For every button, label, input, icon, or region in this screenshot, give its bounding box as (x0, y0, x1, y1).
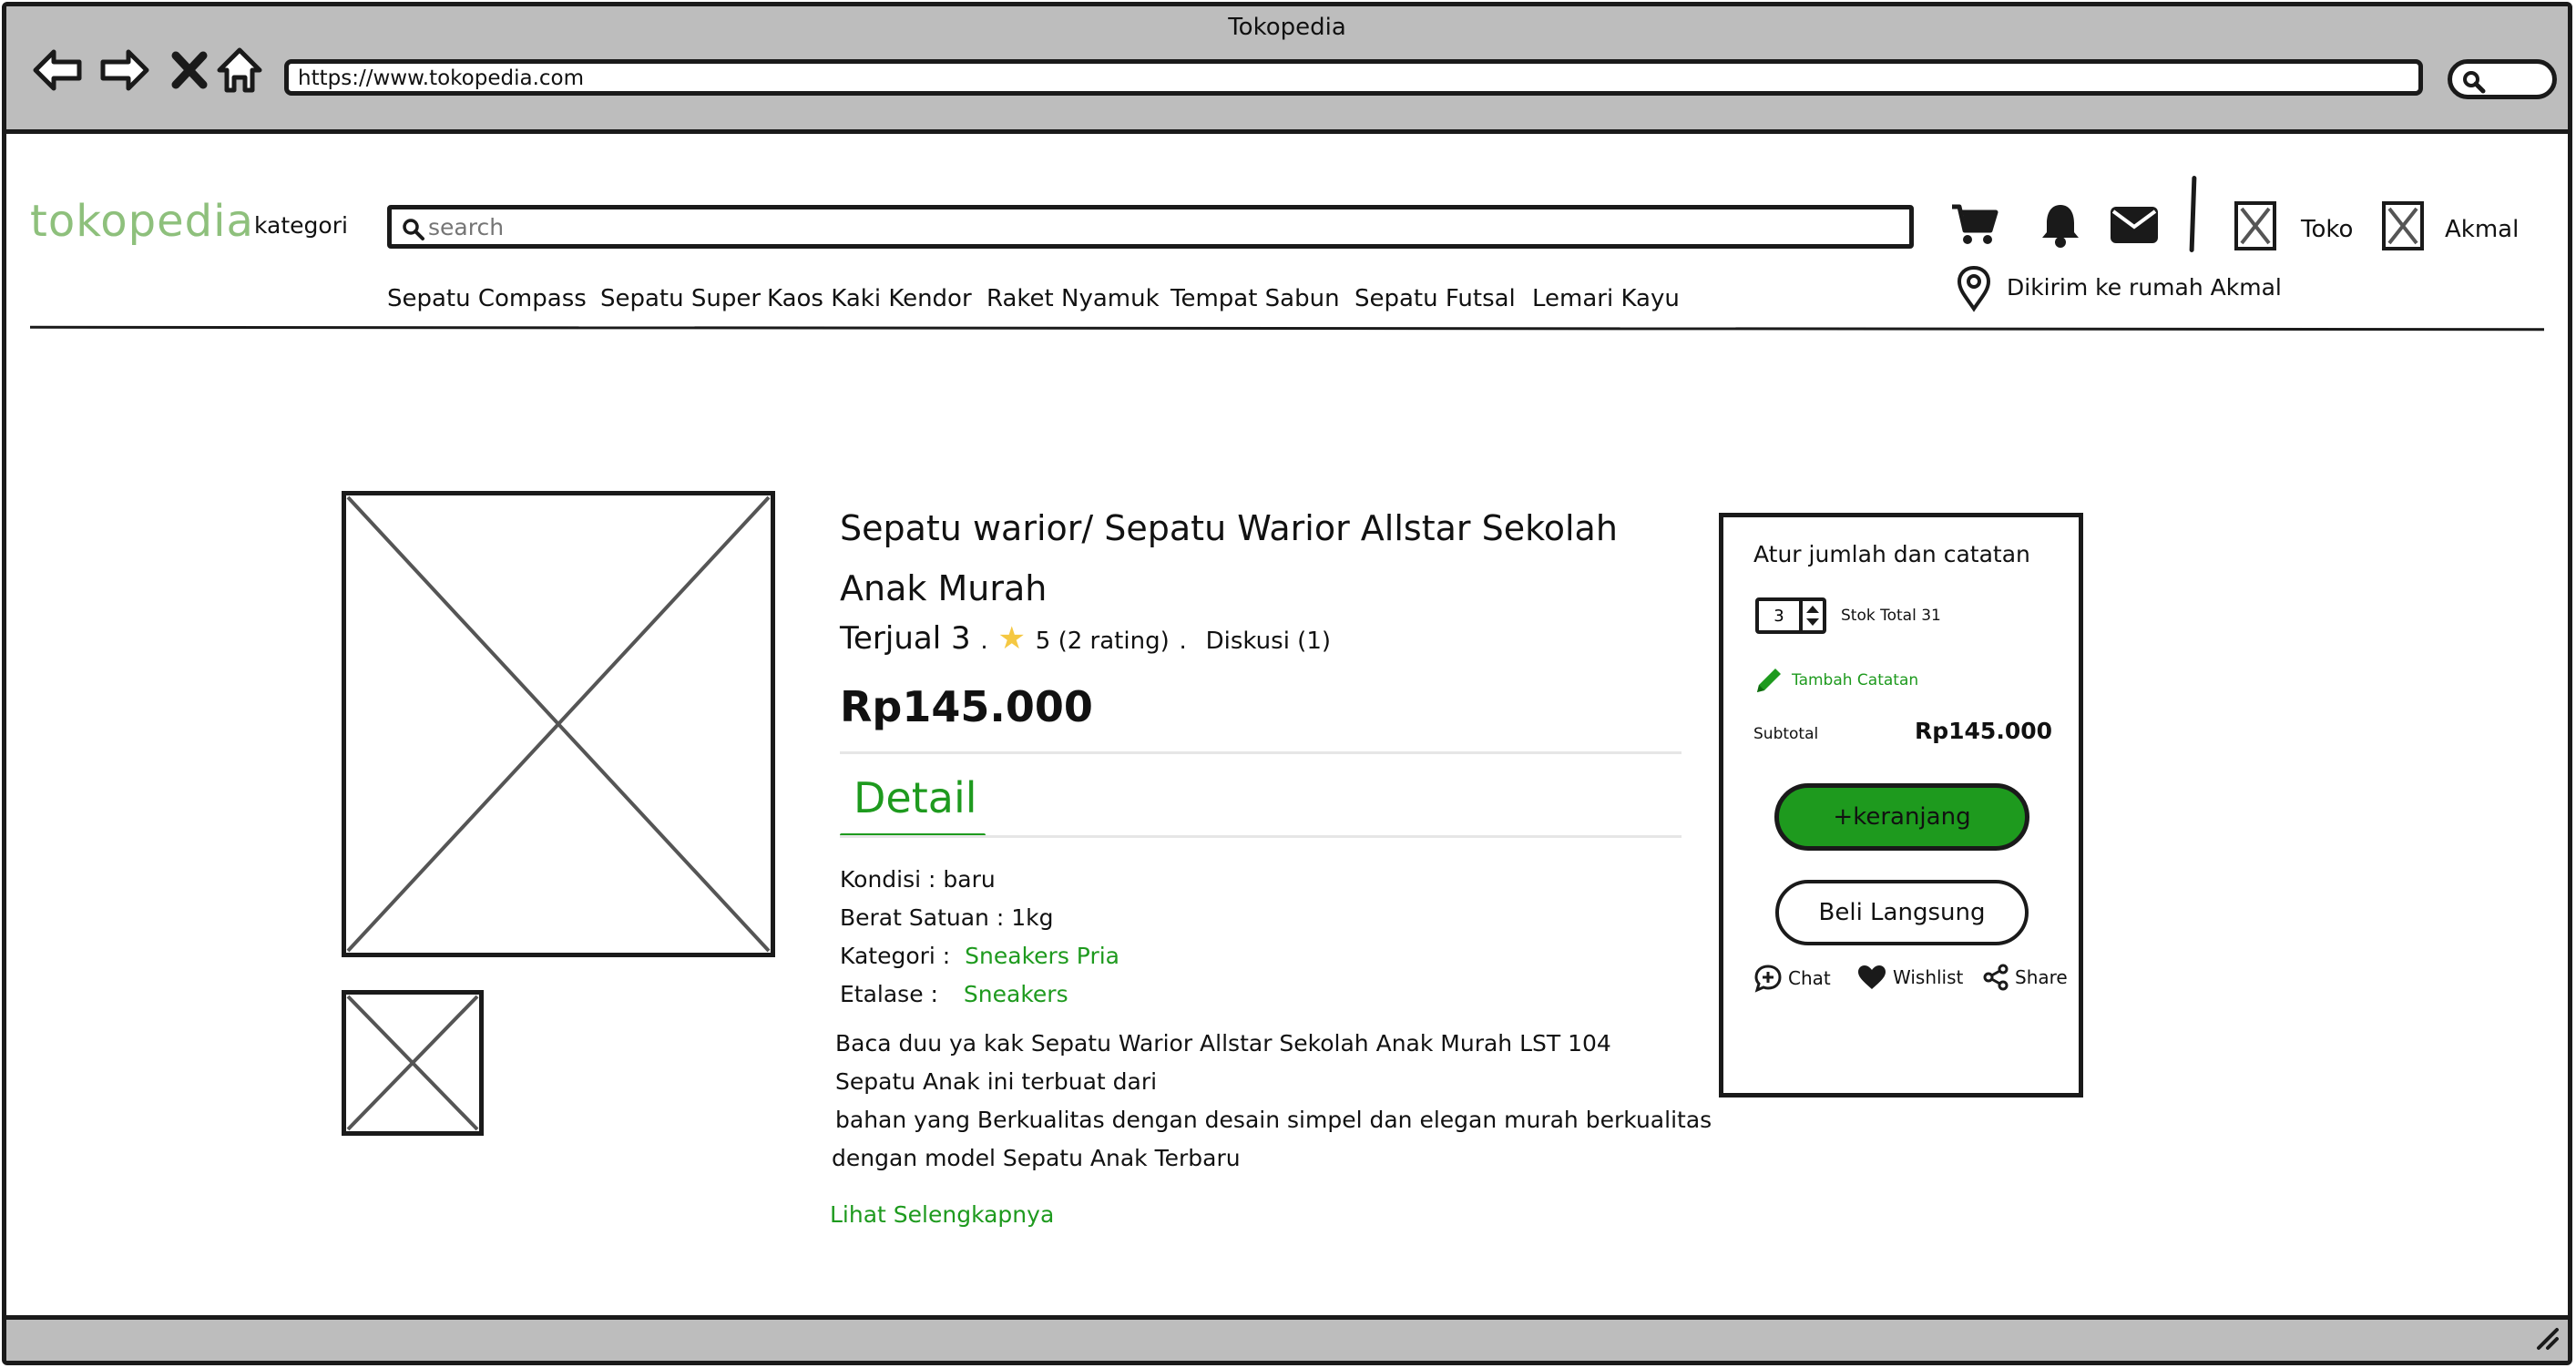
user-avatar[interactable] (2382, 201, 2424, 250)
site-logo[interactable]: tokopedia (30, 196, 254, 247)
user-link[interactable]: Akmal (2445, 216, 2519, 243)
pencil-icon (1757, 669, 1781, 692)
buy-now-button[interactable]: Beli Langsung (1775, 880, 2029, 945)
meta-separator: . (1179, 628, 1187, 655)
browser-search-field[interactable] (2448, 59, 2557, 99)
purchase-card: Atur jumlah dan catatan Stok Total 31 Ta… (1719, 513, 2083, 1097)
home-icon[interactable] (214, 43, 269, 97)
add-to-cart-button[interactable]: +keranjang (1774, 783, 2029, 851)
category-link[interactable]: Sneakers Pria (965, 943, 1119, 969)
shipping-address[interactable]: Dikirim ke rumah Akmal (2007, 274, 2282, 301)
location-pin-icon (1956, 265, 1992, 316)
quantity-input[interactable] (1761, 603, 1797, 628)
description-line: Sepatu Anak ini terbuat dari (835, 1068, 1158, 1095)
spec-weight: Berat Satuan : 1kg (840, 904, 1054, 931)
header-divider (2189, 175, 2197, 253)
mail-icon[interactable] (2111, 207, 2158, 247)
showcase-link[interactable]: Sneakers (964, 981, 1068, 1007)
spec-showcase: Etalase : Sneakers (840, 981, 1068, 1007)
search-tag[interactable]: Kaos Kaki Kendor (767, 285, 972, 312)
product-thumbnail[interactable] (342, 990, 484, 1136)
product-main-image[interactable] (342, 491, 775, 957)
chat-label: Chat (1788, 967, 1831, 989)
share-icon (1983, 964, 2009, 991)
product-title: Sepatu warior/ Sepatu Warior Allstar Sek… (840, 508, 1618, 608)
search-tag[interactable]: Raket Nyamuk (986, 285, 1160, 312)
search-tag[interactable]: Tempat Sabun (1170, 285, 1340, 312)
store-link[interactable]: Toko (2301, 216, 2353, 243)
header-divider-line (29, 325, 2545, 332)
chat-icon (1754, 965, 1782, 993)
share-button[interactable]: Share (1982, 964, 2068, 991)
spec-showcase-label: Etalase : (840, 981, 938, 1007)
search-tag[interactable]: Sepatu Futsal (1354, 285, 1516, 312)
bell-icon[interactable] (2039, 201, 2081, 252)
add-note-label: Tambah Catatan (1792, 671, 1919, 689)
site-search[interactable] (387, 205, 1914, 249)
tab-detail[interactable]: Detail (854, 773, 977, 822)
product-meta: Terjual 3 . ★ 5 (2 rating) . Diskusi (1) (840, 620, 1331, 657)
discussion-link[interactable]: Diskusi (1) (1206, 628, 1331, 655)
chat-button[interactable]: Chat (1753, 964, 1831, 993)
search-tag[interactable]: Sepatu Compass (387, 285, 587, 312)
search-tag[interactable]: Sepatu Super (600, 285, 761, 312)
share-label: Share (2015, 966, 2068, 988)
stop-icon[interactable] (167, 43, 221, 97)
heart-icon (1858, 965, 1886, 989)
subtotal-label: Subtotal (1753, 725, 1819, 743)
spinner-arrows-icon (1806, 606, 1819, 626)
quantity-stepper[interactable] (1755, 597, 1826, 634)
category-menu[interactable]: kategori (254, 212, 348, 239)
sold-count: Terjual 3 (840, 620, 971, 657)
star-icon: ★ (997, 620, 1026, 657)
cart-icon[interactable] (1950, 201, 1999, 250)
meta-separator: . (980, 628, 988, 655)
search-input[interactable] (428, 211, 1886, 242)
spec-condition: Kondisi : baru (840, 866, 996, 893)
resize-grip-icon[interactable] (2533, 1324, 2561, 1355)
search-icon (403, 219, 424, 240)
address-bar[interactable]: https://www.tokopedia.com (284, 59, 2423, 96)
window-title: Tokopedia (1228, 14, 1346, 41)
store-avatar[interactable] (2234, 201, 2276, 250)
wishlist-button[interactable]: Wishlist (1856, 964, 1963, 991)
see-more-link[interactable]: Lihat Selengkapnya (830, 1201, 1054, 1228)
product-price: Rp145.000 (840, 682, 1093, 731)
description-line: Baca duu ya kak Sepatu Warior Allstar Se… (835, 1030, 1611, 1057)
quantity-spinner[interactable] (1799, 601, 1823, 630)
browser-toolbar: Tokopedia https://www.tokopedia.com (6, 6, 2568, 134)
description-line: dengan model Sepatu Anak Terbaru (832, 1145, 1241, 1171)
forward-icon[interactable] (97, 43, 152, 97)
browser-window: Tokopedia https://www.tokopedia.com toko… (2, 2, 2572, 1365)
divider (840, 835, 1682, 838)
stock-count: Stok Total 31 (1841, 607, 1941, 625)
purchase-card-title: Atur jumlah dan catatan (1753, 541, 2030, 567)
spec-category: Kategori : Sneakers Pria (840, 943, 1119, 969)
wishlist-label: Wishlist (1893, 966, 1964, 988)
description-line: bahan yang Berkualitas dengan desain sim… (835, 1107, 1712, 1133)
search-tag[interactable]: Lemari Kayu (1532, 285, 1680, 312)
divider (840, 751, 1682, 754)
spec-category-label: Kategori : (840, 943, 951, 969)
back-icon[interactable] (30, 43, 85, 97)
browser-status-bar (6, 1315, 2568, 1361)
subtotal-value: Rp145.000 (1915, 718, 2053, 744)
add-note-link[interactable]: Tambah Catatan (1753, 665, 1918, 696)
search-icon (2463, 71, 2486, 94)
rating[interactable]: 5 (2 rating) (1036, 628, 1170, 655)
